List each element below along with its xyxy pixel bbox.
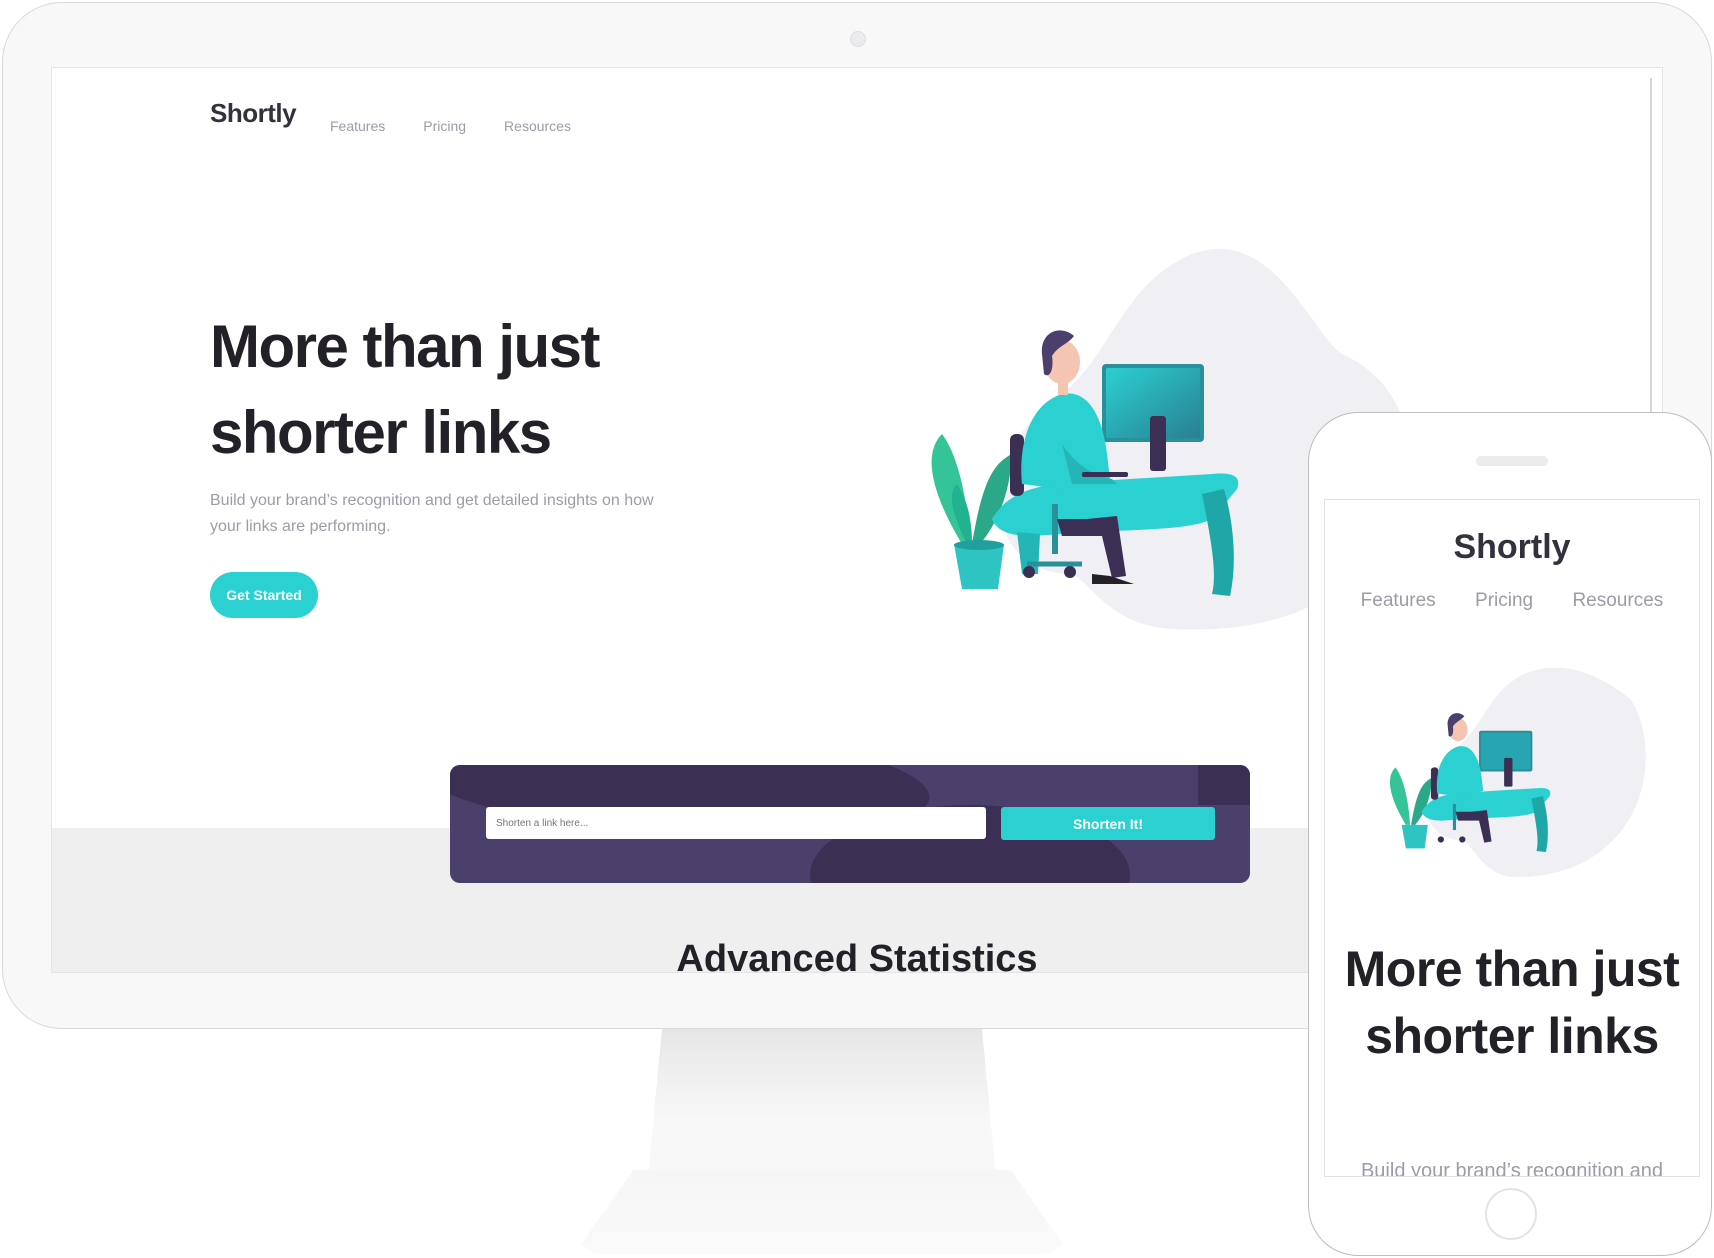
hero-title: More than just shorter links xyxy=(1344,941,1680,1064)
mobile-screen: Shortly Features Pricing Resources More … xyxy=(1324,499,1700,1177)
home-button[interactable] xyxy=(1485,1188,1537,1240)
hero-description: Build your brand’s recognition and xyxy=(1360,1160,1664,1177)
site-logo[interactable]: Shortly xyxy=(210,98,297,129)
monitor-stand-base xyxy=(574,1170,1070,1254)
mobile-nav: Features Pricing Resources xyxy=(1325,590,1699,612)
nav-link-features[interactable]: Features xyxy=(1361,590,1436,612)
hero-title: More than just shorter links xyxy=(210,313,601,466)
shorten-form-panel: Shorten It! xyxy=(450,765,1250,883)
nav-link-resources[interactable]: Resources xyxy=(504,118,571,134)
phone-frame: Shortly Features Pricing Resources More … xyxy=(1308,412,1712,1256)
camera-dot xyxy=(850,31,866,47)
get-started-button[interactable]: Get Started xyxy=(210,572,318,618)
main-nav: Features Pricing Resources xyxy=(330,118,571,134)
nav-link-pricing[interactable]: Pricing xyxy=(1475,590,1533,612)
monitor-stand-neck xyxy=(648,1029,996,1179)
shorten-it-button[interactable]: Shorten It! xyxy=(1001,807,1215,840)
phone-speaker xyxy=(1476,456,1548,466)
shorten-link-input[interactable] xyxy=(486,807,986,839)
site-logo[interactable]: Shortly xyxy=(1325,528,1699,567)
panel-decoration xyxy=(1198,765,1250,805)
hero-description: Build your brand’s recognition and get d… xyxy=(210,492,654,535)
hero-illustration xyxy=(1389,668,1646,878)
nav-link-resources[interactable]: Resources xyxy=(1572,590,1663,612)
nav-link-pricing[interactable]: Pricing xyxy=(423,118,466,134)
nav-link-features[interactable]: Features xyxy=(330,118,385,134)
